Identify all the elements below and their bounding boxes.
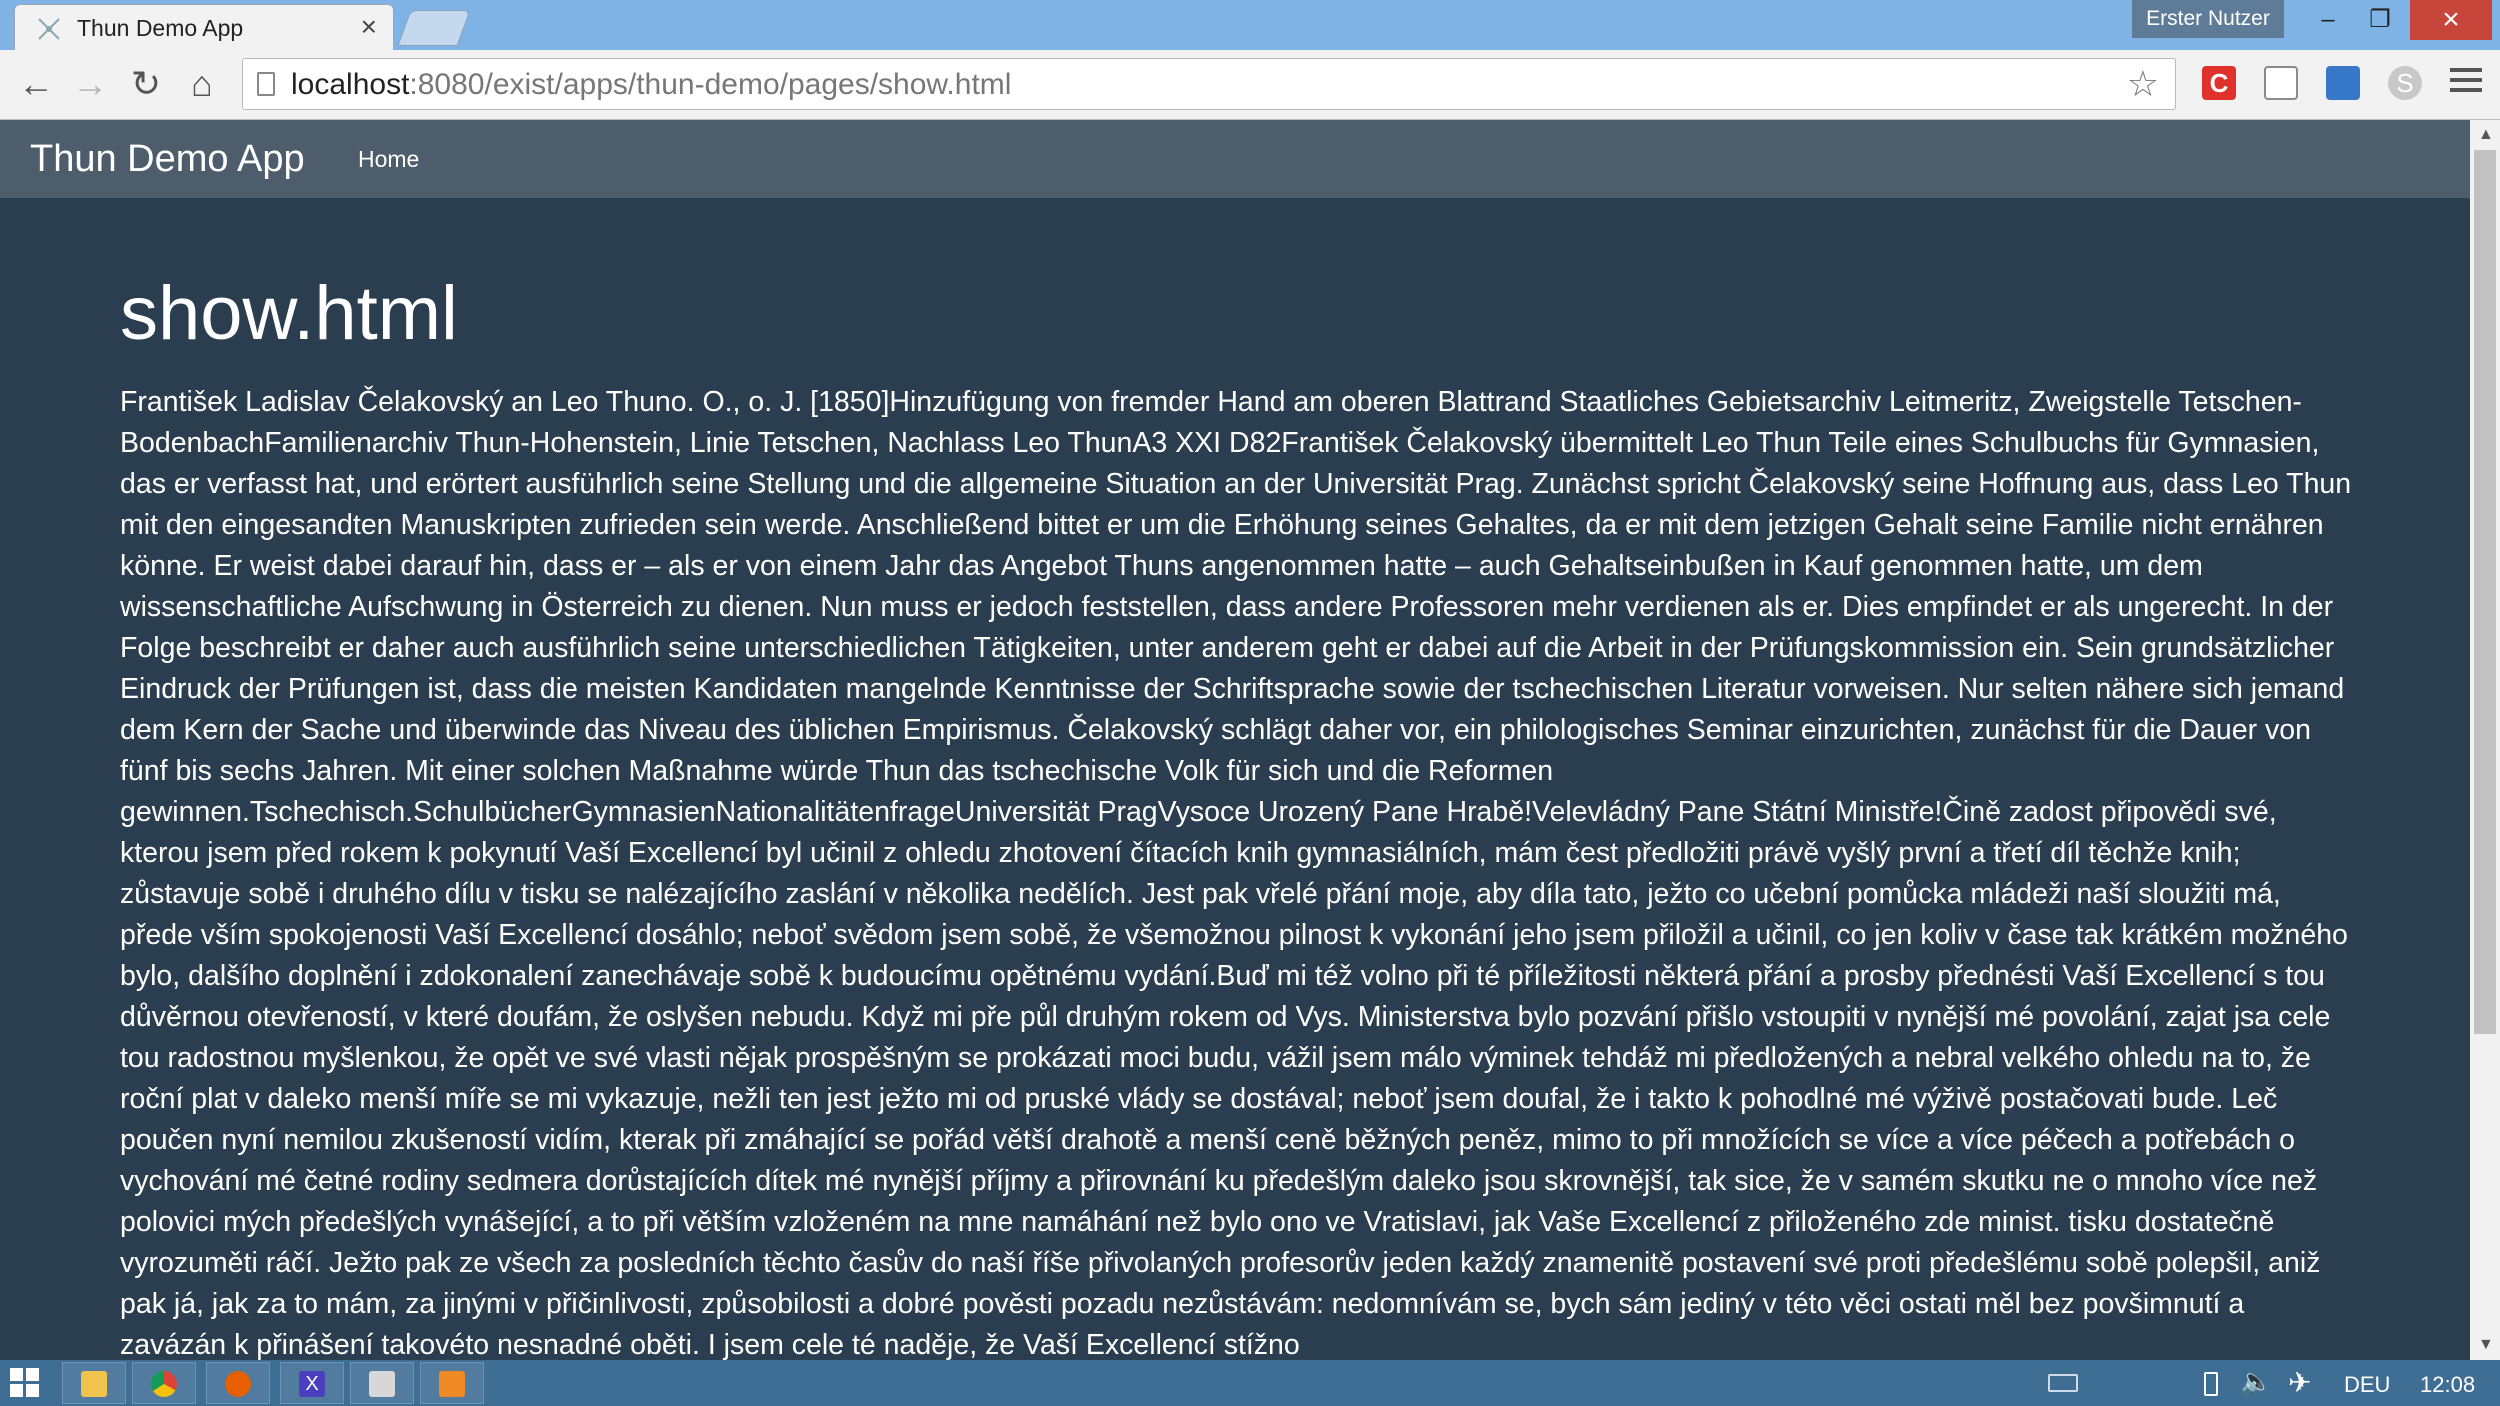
taskbar-media[interactable] bbox=[420, 1362, 484, 1404]
app-brand[interactable]: Thun Demo App bbox=[30, 138, 305, 181]
volume-icon[interactable]: 🔈 bbox=[2240, 1366, 2272, 1397]
document-text: František Ladislav Čelakovský an Leo Thu… bbox=[120, 386, 2352, 1360]
taskbar-explorer[interactable] bbox=[62, 1362, 126, 1404]
app-navbar: Thun Demo App Home bbox=[0, 120, 2470, 198]
media-icon bbox=[439, 1371, 465, 1397]
minimize-button[interactable]: – bbox=[2302, 0, 2354, 40]
keyboard-icon[interactable] bbox=[2048, 1374, 2078, 1392]
favicon-icon bbox=[38, 18, 60, 40]
address-bar[interactable]: localhost:8080/exist/apps/thun-demo/page… bbox=[242, 58, 2176, 110]
taskbar-xampp[interactable]: X bbox=[280, 1362, 344, 1404]
page-title: show.html bbox=[120, 271, 458, 356]
battery-icon[interactable] bbox=[2204, 1372, 2218, 1396]
extension-skype-icon[interactable]: S bbox=[2388, 66, 2422, 100]
tab-close-icon[interactable]: × bbox=[361, 11, 377, 43]
taskbar-firefox[interactable] bbox=[206, 1362, 270, 1404]
url-host: localhost bbox=[291, 68, 410, 101]
bookmark-star-icon[interactable]: ☆ bbox=[2127, 63, 2159, 105]
back-arrow-icon[interactable]: ← bbox=[14, 62, 58, 106]
language-indicator[interactable]: DEU bbox=[2344, 1372, 2390, 1398]
system-clock[interactable]: 12:08 bbox=[2420, 1372, 2475, 1398]
explorer-icon bbox=[81, 1371, 107, 1397]
scroll-thumb[interactable] bbox=[2474, 150, 2496, 1034]
new-tab-button[interactable] bbox=[397, 10, 471, 46]
taskbar-chrome[interactable] bbox=[132, 1362, 196, 1404]
forward-arrow-icon[interactable]: → bbox=[68, 62, 112, 106]
close-window-button[interactable]: × bbox=[2410, 0, 2492, 40]
nav-home-link[interactable]: Home bbox=[358, 146, 419, 173]
tool-icon bbox=[369, 1371, 395, 1397]
page-icon bbox=[257, 72, 275, 96]
home-icon[interactable]: ⌂ bbox=[180, 62, 224, 106]
extension-document-icon[interactable] bbox=[2264, 66, 2298, 100]
window-titlebar: Thun Demo App × Erster Nutzer – ❐ × bbox=[0, 0, 2500, 50]
browser-tab[interactable]: Thun Demo App × bbox=[14, 4, 394, 50]
chrome-menu-icon[interactable] bbox=[2450, 68, 2482, 98]
maximize-button[interactable]: ❐ bbox=[2354, 0, 2406, 40]
xampp-icon: X bbox=[299, 1371, 325, 1397]
browser-toolbar: ← → ↻ ⌂ localhost:8080/exist/apps/thun-d… bbox=[0, 50, 2500, 120]
page-scrollbar[interactable]: ▲ ▼ bbox=[2470, 120, 2500, 1360]
url-text[interactable]: localhost:8080/exist/apps/thun-demo/page… bbox=[291, 68, 1011, 102]
reload-icon[interactable]: ↻ bbox=[124, 62, 168, 106]
scroll-down-icon[interactable]: ▼ bbox=[2478, 1336, 2494, 1354]
main-content: show.html František Ladislav Čelakovský … bbox=[120, 198, 2355, 1361]
profile-button[interactable]: Erster Nutzer bbox=[2132, 0, 2284, 38]
extension-translate-icon[interactable] bbox=[2326, 66, 2360, 100]
chrome-icon bbox=[151, 1371, 177, 1397]
taskbar-tool[interactable] bbox=[350, 1362, 414, 1404]
firefox-icon bbox=[225, 1371, 251, 1397]
url-path: :8080/exist/apps/thun-demo/pages/show.ht… bbox=[409, 68, 1012, 101]
windows-start-icon[interactable] bbox=[10, 1368, 40, 1398]
airplane-mode-icon[interactable]: ✈ bbox=[2288, 1366, 2311, 1399]
scroll-up-icon[interactable]: ▲ bbox=[2478, 126, 2494, 144]
extension-c-icon[interactable]: C bbox=[2202, 66, 2236, 100]
tab-title: Thun Demo App bbox=[77, 15, 244, 41]
windows-taskbar: X 🔈 ✈ DEU 12:08 bbox=[0, 1360, 2500, 1406]
